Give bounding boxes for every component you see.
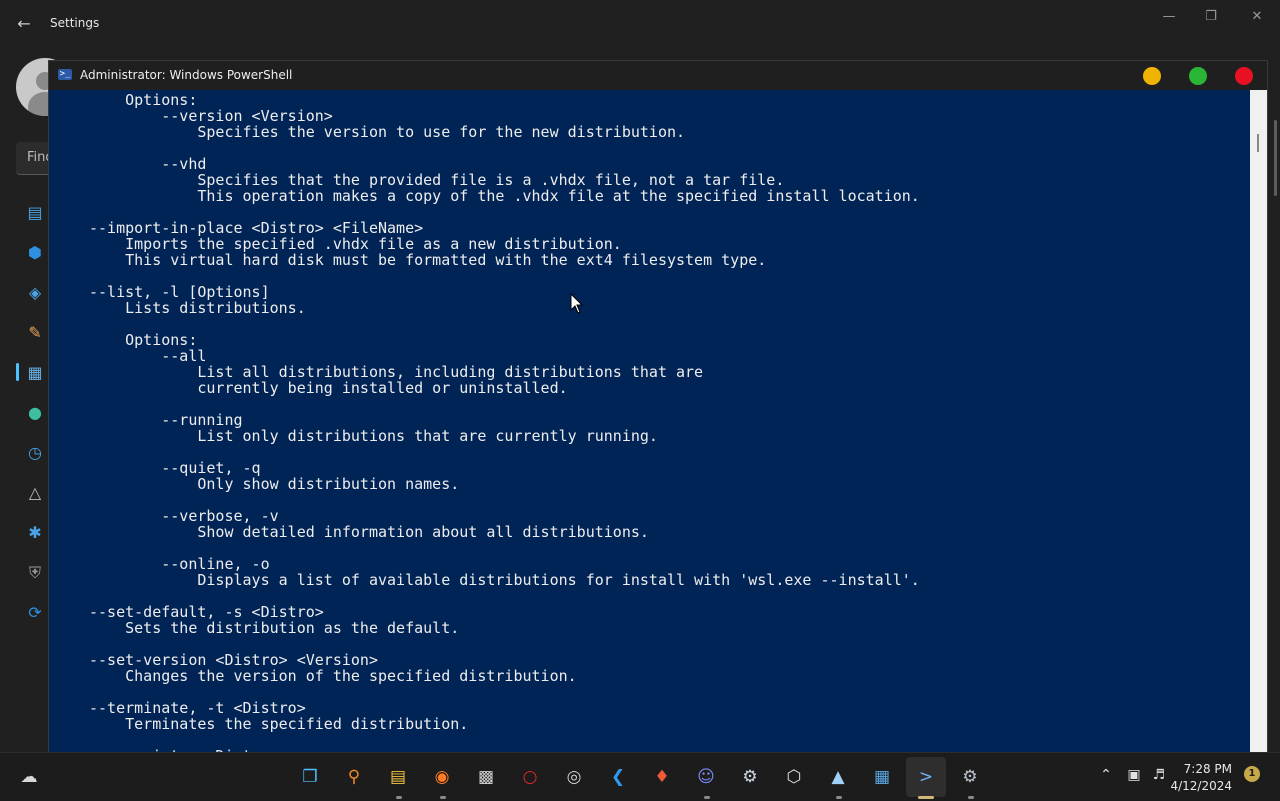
- scrollbar-thumb[interactable]: [1257, 134, 1259, 152]
- terminal-line: --list, -l [Options]: [89, 283, 270, 301]
- powershell-taskbar-icon[interactable]: >: [914, 765, 938, 789]
- terminal-line: Lists distributions.: [89, 299, 306, 317]
- vscode-icon[interactable]: ❮: [606, 765, 630, 789]
- minimize-icon[interactable]: —: [1154, 8, 1184, 26]
- obs-icon[interactable]: ◎: [562, 765, 586, 789]
- restore-icon[interactable]: ❐: [1196, 8, 1226, 26]
- apps-icon[interactable]: ▦: [24, 362, 46, 384]
- terminal-line: Displays a list of available distributio…: [89, 571, 920, 589]
- powershell-window: >_ Administrator: Windows PowerShell Opt…: [48, 60, 1268, 754]
- terminal-output[interactable]: Options: --version <Version> Specifies t…: [49, 90, 1249, 753]
- chevron-up-icon[interactable]: ⌃: [1097, 767, 1115, 783]
- running-indicator: [396, 796, 402, 799]
- settings-gear-icon[interactable]: ⚙: [958, 765, 982, 789]
- close-icon[interactable]: ✕: [1242, 8, 1272, 26]
- terminal-icon[interactable]: ▩: [474, 765, 498, 789]
- maximize-button[interactable]: [1189, 67, 1207, 85]
- system-display-icon[interactable]: ▤: [24, 202, 46, 224]
- bluetooth-icon[interactable]: ⬢: [24, 242, 46, 264]
- terminal-line: Only show distribution names.: [89, 475, 460, 493]
- terminal-line: Changes the version of the specified dis…: [89, 667, 577, 685]
- terminal-scrollbar[interactable]: [1250, 90, 1267, 753]
- running-indicator: [968, 796, 974, 799]
- search-icon[interactable]: ⚲: [342, 765, 366, 789]
- volume-icon[interactable]: ♬: [1150, 767, 1168, 783]
- terminal-line: List all distributions, including distri…: [89, 363, 704, 381]
- terminal-line: --all: [89, 347, 207, 365]
- terminal-line: This virtual hard disk must be formatted…: [89, 251, 767, 269]
- terminal-line: Options:: [89, 91, 198, 109]
- network-icon[interactable]: ▣: [1125, 767, 1143, 783]
- accessibility-icon[interactable]: ✱: [24, 522, 46, 544]
- start-windows-icon[interactable]: ❐: [298, 765, 322, 789]
- terminal-line: Options:: [89, 331, 198, 349]
- active-running-indicator: [918, 796, 934, 799]
- terminal-line: --vhd: [89, 155, 207, 173]
- terminal-line: Terminates the specified distribution.: [89, 715, 469, 733]
- back-arrow-icon[interactable]: ←: [14, 14, 34, 34]
- terminal-line: --version <Version>: [89, 107, 333, 125]
- opera-icon[interactable]: ○: [518, 765, 542, 789]
- powershell-titlebar[interactable]: >_ Administrator: Windows PowerShell: [49, 61, 1267, 90]
- minimize-button[interactable]: [1143, 67, 1161, 85]
- running-indicator: [704, 796, 710, 799]
- close-button[interactable]: [1235, 67, 1253, 85]
- task-manager-icon[interactable]: ▲: [826, 765, 850, 789]
- clock-time[interactable]: 7:28 PM: [1184, 762, 1232, 776]
- terminal-line: --online, -o: [89, 555, 270, 573]
- settings-titlebar: ← Settings — ❐ ✕: [0, 0, 1280, 48]
- terminal-line: Show detailed information about all dist…: [89, 523, 649, 541]
- steam-icon[interactable]: ⚙: [738, 765, 762, 789]
- powershell-icon: >_: [58, 69, 72, 80]
- nav-selected-indicator: [16, 363, 19, 381]
- file-explorer-icon[interactable]: ▤: [386, 765, 410, 789]
- terminal-line: --terminate, -t <Distro>: [89, 699, 306, 717]
- time-language-icon[interactable]: ◷: [24, 442, 46, 464]
- terminal-line: --import-in-place <Distro> <FileName>: [89, 219, 424, 237]
- terminal-line: This operation makes a copy of the .vhdx…: [89, 187, 920, 205]
- terminal-line: List only distributions that are current…: [89, 427, 658, 445]
- privacy-shield-icon[interactable]: ⛨: [24, 562, 46, 584]
- 3d-box-icon[interactable]: ⬡: [782, 765, 806, 789]
- wifi-icon[interactable]: ◈: [24, 282, 46, 304]
- notification-badge[interactable]: 1: [1244, 766, 1260, 782]
- running-indicator: [440, 796, 446, 799]
- terminal-line: --quiet, -q: [89, 459, 261, 477]
- accounts-icon[interactable]: ●: [24, 402, 46, 424]
- terminal-line: Specifies that the provided file is a .v…: [89, 171, 785, 189]
- discord-icon[interactable]: ☺: [694, 765, 718, 789]
- clock-date[interactable]: 4/12/2024: [1170, 779, 1232, 793]
- powershell-window-title: Administrator: Windows PowerShell: [80, 68, 293, 82]
- running-indicator: [836, 796, 842, 799]
- terminal-line: --running: [89, 411, 243, 429]
- terminal-line: currently being installed or uninstalled…: [89, 379, 568, 397]
- git-icon[interactable]: ♦: [650, 765, 674, 789]
- windows-update-icon[interactable]: ⟳: [24, 602, 46, 624]
- terminal-line: Imports the specified .vhdx file as a ne…: [89, 235, 622, 253]
- settings-window-title: Settings: [50, 16, 100, 30]
- settings-scrollbar[interactable]: [1274, 120, 1277, 196]
- mouse-cursor-icon: [570, 293, 584, 314]
- terminal-line: --set-version <Distro> <Version>: [89, 651, 378, 669]
- microsoft-store-icon[interactable]: ▦: [870, 765, 894, 789]
- weather-icon[interactable]: ☁: [17, 765, 41, 789]
- gaming-controller-icon[interactable]: △: [24, 482, 46, 504]
- taskbar: ☁ ❐ ⚲ ▤ ◉ ▩ ○ ◎ ❮ ♦ ☺ ⚙ ⬡ ▲ ▦ > ⚙ ⌃ ▣ ♬ …: [0, 752, 1280, 801]
- terminal-line: Specifies the version to use for the new…: [89, 123, 686, 141]
- terminal-line: --set-default, -s <Distro>: [89, 603, 324, 621]
- firefox-icon[interactable]: ◉: [430, 765, 454, 789]
- terminal-line: --verbose, -v: [89, 507, 279, 525]
- personalization-brush-icon[interactable]: ✎: [24, 322, 46, 344]
- terminal-line: Sets the distribution as the default.: [89, 619, 460, 637]
